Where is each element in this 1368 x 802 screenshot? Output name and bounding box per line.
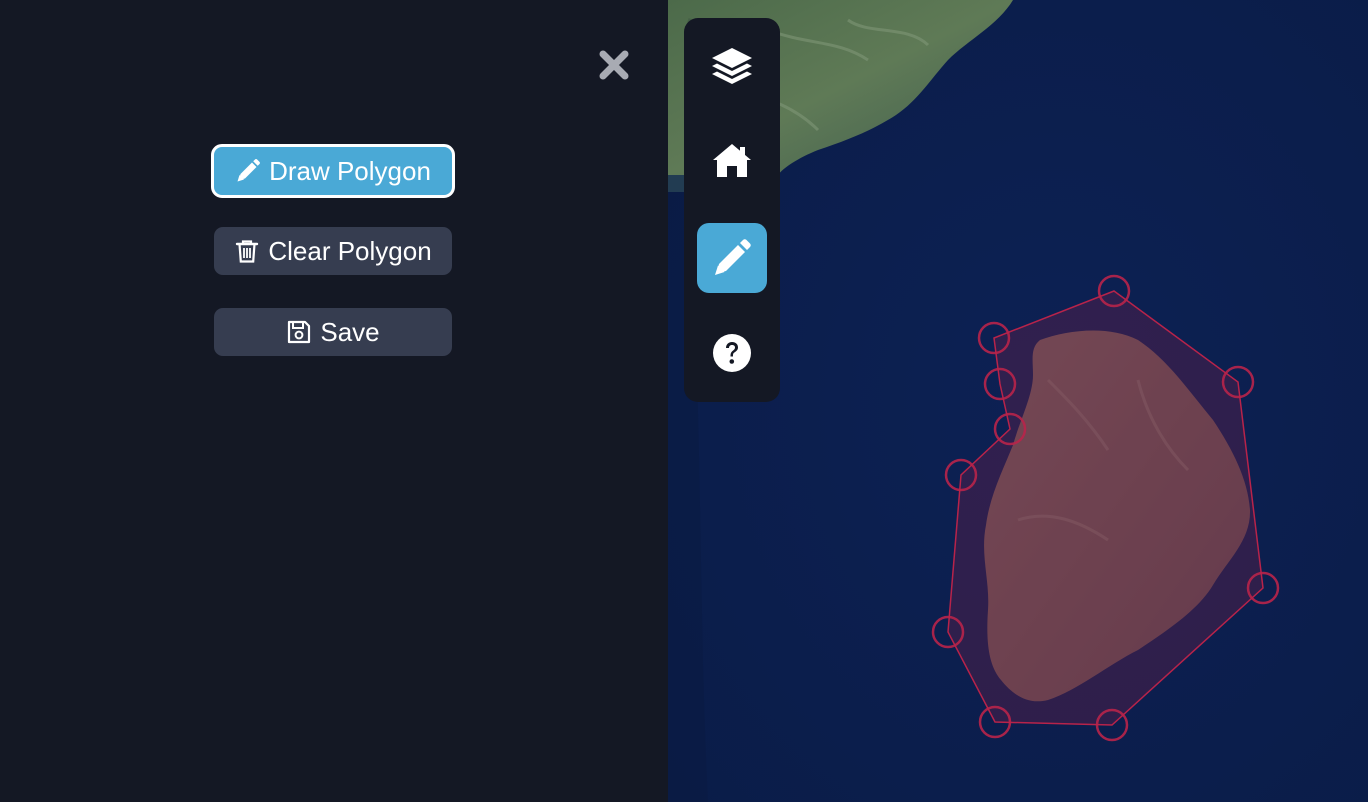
home-button[interactable]: [697, 126, 767, 196]
floppy-disk-icon: [286, 319, 312, 345]
layers-icon: [712, 48, 752, 84]
pencil-icon: [235, 158, 261, 184]
save-label: Save: [320, 316, 380, 347]
question-circle-icon: [713, 334, 751, 372]
layers-button[interactable]: [697, 31, 767, 101]
home-icon: [713, 144, 751, 177]
map-toolbar: [684, 18, 780, 402]
draw-panel: Draw Polygon Clear Polygon Save: [0, 0, 668, 802]
draw-tool-button[interactable]: [697, 223, 767, 293]
save-button[interactable]: Save: [214, 308, 452, 356]
close-button[interactable]: [596, 47, 632, 83]
app-root: Draw Polygon Clear Polygon Save: [0, 0, 1368, 802]
help-button[interactable]: [697, 318, 767, 388]
draw-polygon-button[interactable]: Draw Polygon: [211, 144, 455, 198]
clear-polygon-button[interactable]: Clear Polygon: [214, 227, 452, 275]
close-icon: [599, 50, 629, 80]
clear-polygon-label: Clear Polygon: [268, 235, 432, 266]
pencil-icon: [715, 239, 751, 275]
draw-polygon-label: Draw Polygon: [269, 155, 431, 186]
trash-icon: [234, 238, 260, 264]
